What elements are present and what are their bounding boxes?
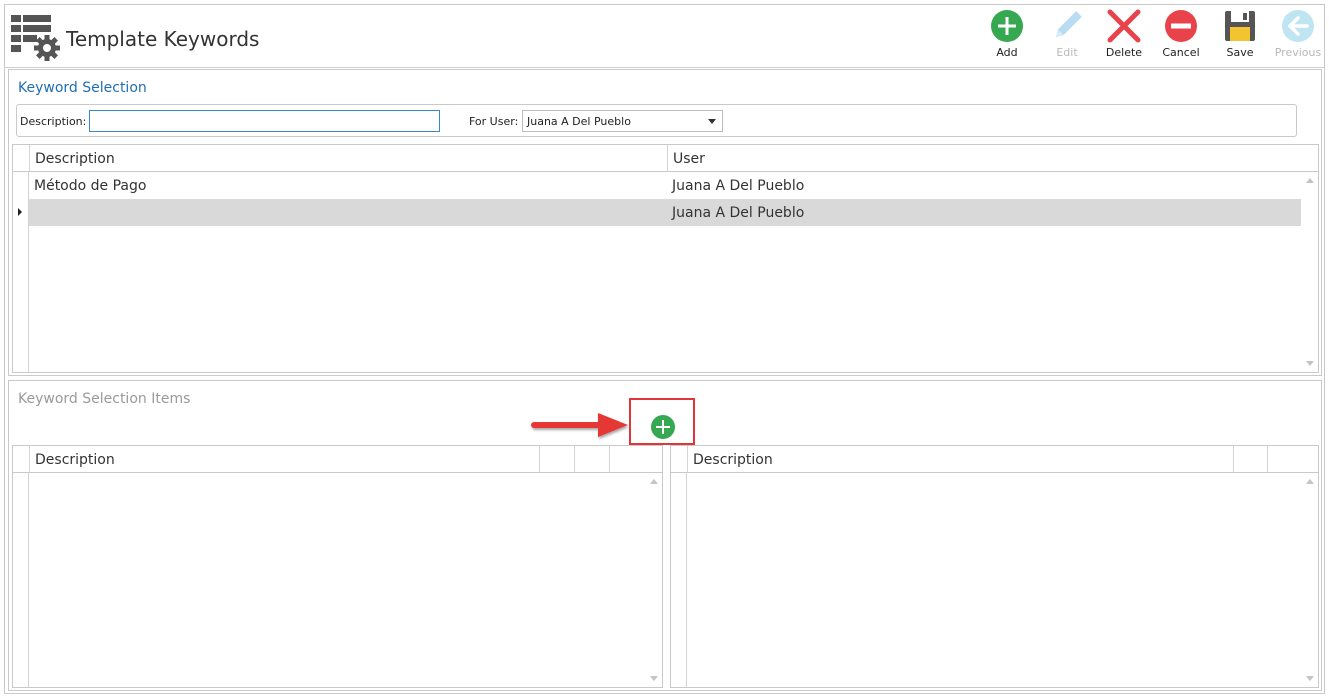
cell-description: Método de Pago bbox=[34, 178, 147, 194]
cell-user: Juana A Del Pueblo bbox=[672, 178, 805, 194]
available-items-header: Description bbox=[13, 446, 662, 473]
table-row[interactable]: Juana A Del Pueblo bbox=[29, 199, 1303, 226]
page-title: Template Keywords bbox=[66, 27, 260, 51]
delete-button[interactable]: Delete bbox=[1098, 9, 1150, 67]
available-items-scrollbar[interactable] bbox=[645, 473, 662, 687]
cancel-button[interactable]: Cancel bbox=[1155, 9, 1207, 67]
column-header-blank[interactable] bbox=[574, 446, 609, 472]
keyword-items-title: Keyword Selection Items bbox=[18, 391, 191, 407]
selected-items-scrollbar[interactable] bbox=[1301, 473, 1318, 687]
filter-bar: Description: For User: Juana A Del Puebl… bbox=[16, 104, 1297, 137]
scroll-up-icon[interactable] bbox=[650, 479, 658, 484]
add-icon bbox=[651, 415, 675, 439]
column-header-user[interactable]: User bbox=[667, 145, 1304, 171]
column-header-blank[interactable] bbox=[539, 446, 574, 472]
keywords-grid: Description User Método de Pago Juana A … bbox=[12, 144, 1319, 373]
scroll-down-icon[interactable] bbox=[1306, 361, 1314, 366]
edit-label: Edit bbox=[1056, 46, 1078, 59]
row-indicator-column bbox=[13, 145, 29, 372]
chevron-down-icon[interactable] bbox=[708, 119, 716, 124]
keyword-selection-panel: Keyword Selection Description: For User:… bbox=[8, 69, 1322, 376]
cell-user: Juana A Del Pueblo bbox=[672, 205, 805, 221]
current-row-indicator-icon bbox=[18, 208, 22, 216]
delete-label: Delete bbox=[1105, 46, 1143, 59]
cell-description bbox=[29, 199, 667, 226]
available-items-grid: Description bbox=[12, 445, 663, 688]
add-label: Add bbox=[996, 46, 1018, 59]
description-label: Description: bbox=[20, 115, 87, 128]
column-header-blank[interactable] bbox=[1233, 446, 1267, 472]
previous-label: Previous bbox=[1274, 46, 1322, 59]
scroll-down-icon[interactable] bbox=[1306, 676, 1314, 681]
keyword-selection-title: Keyword Selection bbox=[18, 80, 147, 96]
column-header-description[interactable]: Description bbox=[29, 145, 667, 171]
save-button[interactable]: Save bbox=[1214, 9, 1266, 67]
add-button[interactable]: Add bbox=[981, 9, 1033, 67]
delete-x-icon bbox=[1107, 9, 1141, 43]
main-window: Template Keywords Add Edit Delete Cancel… bbox=[4, 4, 1325, 694]
header-divider bbox=[5, 67, 1324, 68]
keywords-grid-header: Description User bbox=[13, 145, 1318, 172]
pencil-icon bbox=[1055, 11, 1082, 38]
scroll-up-icon[interactable] bbox=[1306, 479, 1314, 484]
row-indicator-column bbox=[671, 446, 687, 687]
for-user-dropdown[interactable]: Juana A Del Pueblo bbox=[522, 110, 723, 132]
scroll-down-icon[interactable] bbox=[650, 676, 658, 681]
selected-items-grid: Description bbox=[670, 445, 1319, 688]
for-user-value: Juana A Del Pueblo bbox=[527, 115, 631, 128]
table-settings-icon bbox=[11, 15, 61, 61]
cancel-label: Cancel bbox=[1162, 46, 1200, 59]
column-header-blank[interactable] bbox=[1267, 446, 1302, 472]
keywords-grid-scrollbar[interactable] bbox=[1301, 172, 1318, 372]
column-header-description[interactable]: Description bbox=[29, 446, 539, 472]
save-label: Save bbox=[1226, 46, 1254, 59]
cancel-icon bbox=[1165, 10, 1197, 42]
callout-arrow-icon bbox=[531, 413, 628, 437]
column-header-blank[interactable] bbox=[609, 446, 646, 472]
for-user-label: For User: bbox=[469, 115, 519, 128]
selected-items-header: Description bbox=[671, 446, 1318, 473]
edit-button[interactable]: Edit bbox=[1041, 9, 1093, 67]
add-item-button[interactable] bbox=[650, 414, 676, 440]
row-indicator-column bbox=[13, 446, 29, 687]
back-arrow-icon bbox=[1282, 10, 1314, 42]
floppy-save-icon bbox=[1225, 11, 1255, 41]
previous-button[interactable]: Previous bbox=[1272, 9, 1324, 67]
column-header-description[interactable]: Description bbox=[687, 446, 1233, 472]
add-icon bbox=[991, 10, 1023, 42]
scroll-up-icon[interactable] bbox=[1306, 178, 1314, 183]
table-row[interactable]: Método de Pago Juana A Del Pueblo bbox=[29, 172, 1303, 199]
description-input[interactable] bbox=[89, 110, 440, 132]
